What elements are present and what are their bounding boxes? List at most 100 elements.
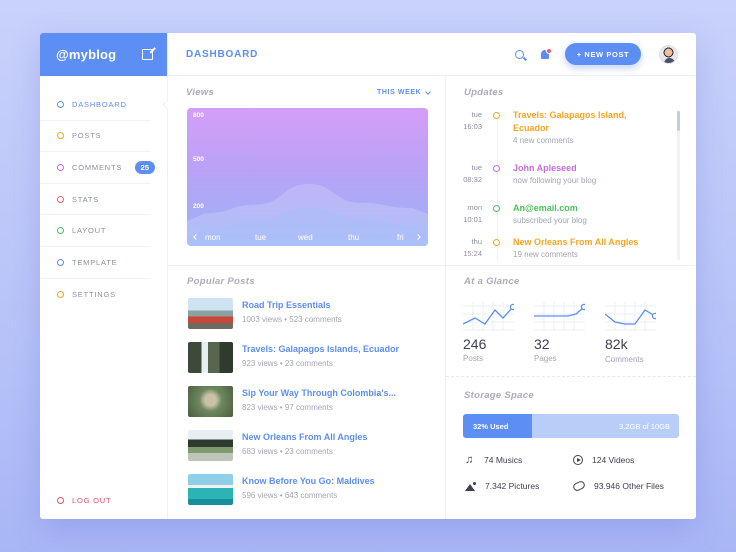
storage-item-label: 93.946 Other Files — [594, 481, 664, 491]
storage-bar: 32% Used 3.2GB of 10GB — [463, 414, 679, 438]
y-tick-label: 500 — [193, 156, 204, 163]
sidebar-item-layout[interactable]: LAYOUT — [40, 215, 151, 247]
post-comments: 97 comments — [284, 403, 333, 412]
post-thumbnail — [188, 430, 233, 461]
y-tick-label: 800 — [193, 112, 204, 119]
sidebar-item-label: DASHBOARD — [72, 99, 127, 109]
update-item[interactable]: tue 16:03 Travels: Galapagos Island, Ecua… — [456, 109, 676, 149]
sidebar-item-template[interactable]: TEMPLATE — [40, 247, 151, 279]
column-divider — [445, 76, 446, 519]
popular-post-item[interactable]: Know Before You Go: Maldives 596 views •… — [188, 474, 428, 506]
x-tick-label: thu — [348, 233, 360, 242]
storage-used-label: 32% Used — [473, 422, 509, 431]
update-dot-icon — [493, 112, 500, 119]
sidebar-nav: DASHBOARD POSTS COMMENTS 25 STATS LAYOUT — [40, 76, 167, 310]
logout-label: LOG OUT — [72, 496, 112, 505]
post-meta: 923 views • 23 comments — [242, 359, 333, 368]
sidebar-item-dashboard[interactable]: DASHBOARD — [40, 89, 151, 121]
update-datetime: tue 16:03 — [456, 109, 482, 133]
update-title[interactable]: John Apleseed — [513, 162, 643, 175]
nav-dot-icon — [57, 290, 64, 298]
popular-post-item[interactable]: New Orleans From All Angles 683 views • … — [188, 430, 428, 462]
storage-item-label: 7.342 Pictures — [485, 481, 540, 491]
section-divider — [446, 376, 696, 377]
x-tick-label: mon — [205, 233, 221, 242]
comments-sparkline — [605, 302, 656, 331]
update-subtitle: 4 new comments — [513, 136, 574, 145]
update-dot-icon — [493, 205, 500, 212]
update-title[interactable]: New Orleans From All Angles — [513, 236, 683, 249]
post-comments: 23 comments — [284, 447, 333, 456]
updates-title: Updates — [464, 87, 504, 98]
comments-count: 82k — [605, 336, 628, 352]
period-label: THIS WEEK — [377, 89, 422, 96]
period-selector[interactable]: THIS WEEK — [377, 88, 432, 96]
post-title[interactable]: Travels: Galapagos Islands, Ecuador — [242, 344, 399, 354]
sidebar-item-label: COMMENTS — [72, 162, 123, 172]
post-views: 823 views — [242, 403, 278, 412]
x-tick-label: wed — [298, 233, 313, 242]
sidebar-item-label: STATS — [72, 194, 100, 204]
sidebar-item-label: LAYOUT — [72, 226, 107, 236]
update-item[interactable]: tue 08:32 John Apleseed now following you… — [456, 162, 676, 202]
new-post-button[interactable]: + NEW POST — [565, 43, 641, 65]
popular-post-item[interactable]: Road Trip Essentials 1003 views • 523 co… — [188, 298, 428, 330]
sidebar-item-comments[interactable]: COMMENTS 25 — [40, 152, 155, 184]
update-title[interactable]: Travels: Galapagos Island, Ecuador — [513, 109, 643, 134]
chevron-down-icon — [425, 88, 432, 95]
edit-icon[interactable] — [142, 49, 153, 60]
image-icon — [465, 481, 476, 491]
posts-count: 246 — [463, 336, 487, 352]
post-thumbnail — [188, 474, 233, 505]
update-time: 10:01 — [463, 215, 482, 224]
storage-total-label: 3.2GB of 10GB — [619, 422, 670, 431]
avatar[interactable] — [659, 44, 678, 64]
logout-button[interactable]: LOG OUT — [57, 496, 111, 505]
posts-label: Posts — [463, 354, 484, 363]
post-thumbnail — [188, 298, 233, 329]
popular-posts-title: Popular Posts — [187, 276, 255, 287]
update-time: 16:03 — [463, 122, 482, 131]
sidebar-item-settings[interactable]: SETTINGS — [40, 279, 151, 311]
storage-item-label: 74 Musics — [484, 455, 523, 465]
post-title[interactable]: New Orleans From All Angles — [242, 432, 367, 442]
post-title[interactable]: Know Before You Go: Maldives — [242, 476, 375, 486]
popular-post-item[interactable]: Travels: Galapagos Islands, Ecuador 923 … — [188, 342, 428, 374]
nav-dot-icon — [57, 100, 64, 108]
post-title[interactable]: Road Trip Essentials — [242, 300, 331, 310]
update-day: tue — [471, 163, 482, 172]
update-datetime: thu 15:24 — [456, 236, 482, 260]
comments-count-badge: 25 — [134, 160, 155, 174]
storage-item-other-files: 93.946 Other Files — [571, 479, 664, 493]
post-title[interactable]: Sip Your Way Through Colombia's... — [242, 388, 396, 398]
notification-bell-icon[interactable] — [541, 47, 552, 59]
update-item[interactable]: thu 15:24 New Orleans From All Angles 19 … — [456, 236, 676, 276]
update-datetime: tue 08:32 — [456, 162, 482, 186]
play-circle-icon — [573, 455, 583, 465]
storage-item-videos: 124 Videos — [573, 455, 634, 465]
page-title: DASHBOARD — [186, 48, 259, 60]
x-tick-label: tue — [255, 233, 267, 242]
post-views: 1003 views — [242, 315, 283, 324]
post-comments: 523 comments — [289, 315, 342, 324]
sidebar-item-posts[interactable]: POSTS — [40, 121, 151, 153]
update-subtitle: 19 new comments — [513, 250, 578, 259]
post-comments: 23 comments — [284, 359, 333, 368]
update-datetime: mon 10:01 — [456, 202, 482, 226]
sidebar-item-stats[interactable]: STATS — [40, 184, 151, 216]
update-day: mon — [467, 203, 482, 212]
storage-item-pictures: 7.342 Pictures — [465, 481, 539, 491]
update-time: 15:24 — [463, 249, 482, 258]
post-comments: 643 comments — [284, 491, 338, 500]
views-area-chart — [187, 183, 428, 246]
updates-scroll-thumb[interactable] — [677, 111, 680, 131]
search-icon[interactable] — [515, 49, 524, 59]
update-dot-icon — [493, 239, 500, 246]
popular-post-item[interactable]: Sip Your Way Through Colombia's... 823 v… — [188, 386, 428, 418]
brand-name: @myblog — [56, 47, 117, 62]
nav-dot-icon — [57, 132, 64, 140]
nav-dot-icon — [57, 163, 64, 171]
pages-label: Pages — [534, 354, 557, 363]
post-views: 683 views — [242, 447, 278, 456]
update-title[interactable]: An@email.com — [513, 202, 643, 215]
